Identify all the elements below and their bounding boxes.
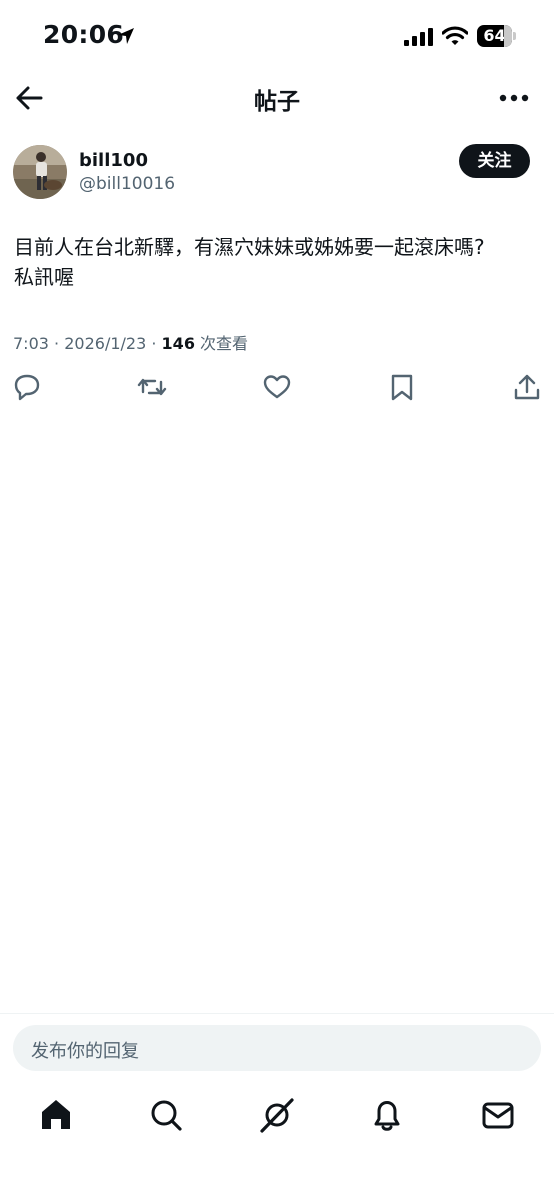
post-meta: 7:03 · 2026/1/23 · 146 次查看 <box>13 330 248 354</box>
post-text-line: 目前人在台北新驛，有濕穴妹妹或姊姊要一起滾床嗎? <box>14 235 485 259</box>
location-arrow-icon <box>118 28 134 44</box>
bookmark-icon[interactable] <box>387 372 417 402</box>
post-time[interactable]: 7:03 <box>13 334 49 353</box>
separator: · <box>151 334 157 353</box>
views-count: 146 <box>161 334 195 353</box>
reply-bubble-icon[interactable] <box>12 372 42 402</box>
author-name[interactable]: bill100 <box>79 150 148 171</box>
post-date[interactable]: 2026/1/23 <box>64 334 146 353</box>
more-dots-icon[interactable] <box>498 92 530 104</box>
share-icon[interactable] <box>512 372 542 402</box>
nav-bar: 帖子 <box>0 72 554 124</box>
separator: · <box>54 334 60 353</box>
page-title: 帖子 <box>254 89 300 115</box>
status-bar: 20:06 64 <box>0 0 554 72</box>
grok-icon[interactable] <box>259 1095 295 1135</box>
post-actions <box>0 370 554 404</box>
retweet-icon[interactable] <box>137 372 167 402</box>
post-text: 目前人在台北新驛，有濕穴妹妹或姊姊要一起滾床嗎? 私訊喔 <box>14 232 544 292</box>
avatar[interactable] <box>13 145 67 199</box>
reply-placeholder: 发布你的回复 <box>31 1041 139 1062</box>
bottom-tab-bar <box>0 1095 554 1140</box>
wifi-icon <box>442 26 468 45</box>
follow-button[interactable]: 关注 <box>459 144 530 178</box>
signal-icon <box>404 28 433 46</box>
post-text-line: 私訊喔 <box>14 265 74 289</box>
battery-nub <box>513 32 516 40</box>
mail-icon[interactable] <box>480 1095 516 1135</box>
search-icon[interactable] <box>148 1095 184 1135</box>
author-handle[interactable]: @bill10016 <box>79 174 175 194</box>
views-label: 次查看 <box>200 334 249 353</box>
heart-icon[interactable] <box>262 372 292 402</box>
reply-divider <box>0 1013 554 1014</box>
battery-empty-part <box>504 25 512 47</box>
reply-input[interactable]: 发布你的回复 <box>13 1025 541 1071</box>
home-icon[interactable] <box>38 1095 74 1135</box>
bell-icon[interactable] <box>369 1095 405 1135</box>
status-time: 20:06 <box>43 20 125 49</box>
